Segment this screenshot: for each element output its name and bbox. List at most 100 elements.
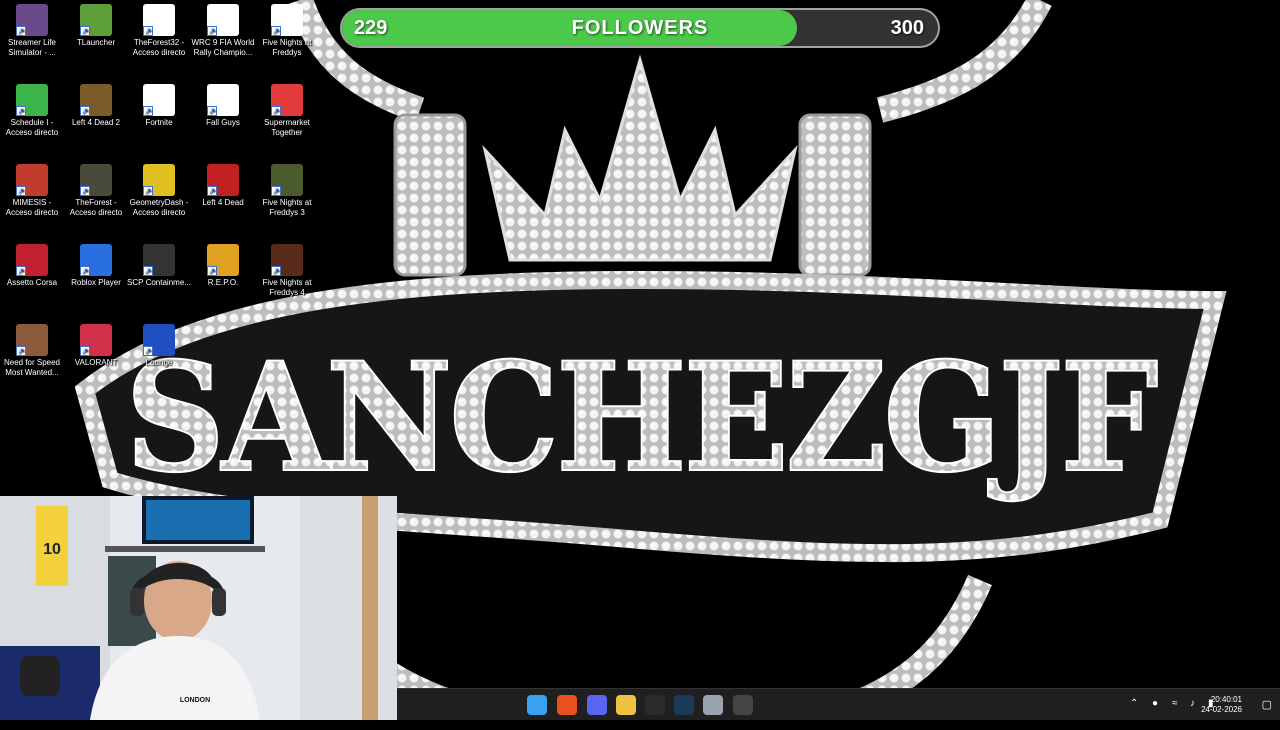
shortcut-arrow-icon: ↗ [16,186,26,196]
follower-goal-title: FOLLOWERS [571,17,709,39]
tray-overflow-chevron-icon[interactable]: ⌃ [1130,698,1138,730]
app-shortcut-icon: ↗ [16,244,48,276]
shortcut-arrow-icon: ↗ [80,186,90,196]
desktop-icon-label: GeometryDash - Acceso directo [129,198,189,217]
desktop-icon[interactable]: ↗ R.E.P.O. [191,244,255,288]
desktop-icon-label: Assetto Corsa [6,278,58,287]
shortcut-arrow-icon: ↗ [207,106,217,116]
wallpaper-logo-text: SANCHEZGJF [125,330,1157,506]
settings-icon[interactable] [703,695,723,715]
desktop-icon-label: Five Nights at Freddys [262,38,312,57]
app-shortcut-icon: ↗ [143,164,175,196]
desktop-icon-label: Streamer Life Simulator - ... [7,38,57,57]
epic-games-icon[interactable] [645,695,665,715]
shortcut-arrow-icon: ↗ [143,266,153,276]
webcam-scene: 10 LONDON [0,496,397,720]
desktop-icon-label: Need for Speed Most Wanted... [3,358,61,377]
desktop-icon-label: WRC 9 FIA World Rally Champio... [191,38,255,57]
taskbar-clock[interactable]: 20:40:01 24-02-2026 [1201,695,1242,715]
shortcut-arrow-icon: ↗ [143,346,153,356]
shortcut-arrow-icon: ↗ [143,106,153,116]
shortcut-arrow-icon: ↗ [271,26,281,36]
desktop-icon-label: MIMESIS - Acceso directo [5,198,59,217]
desktop-icon[interactable]: ↗ TLauncher [64,4,128,48]
desktop-icon[interactable]: ↗ Roblox Player [64,244,128,288]
start-icon[interactable] [527,695,547,715]
desktop-icon[interactable]: ↗ VALORANT [64,324,128,368]
app-shortcut-icon: ↗ [207,84,239,116]
desktop-icon[interactable]: ↗ TheForest - Acceso directo [64,164,128,218]
desktop-icon-label: Fortnite [145,118,173,127]
obs-icon[interactable] [733,695,753,715]
desktop-icon-label: Fall Guys [206,118,240,127]
desktop-icon[interactable]: ↗ Left 4 Dead 2 [64,84,128,128]
desktop-icon[interactable]: ↗ Schedule I - Acceso directo [0,84,64,138]
desktop-icon[interactable]: ↗ Assetto Corsa [0,244,64,288]
shortcut-arrow-icon: ↗ [80,346,90,356]
app-shortcut-icon: ↗ [80,324,112,356]
shortcut-arrow-icon: ↗ [143,26,153,36]
desktop-icon[interactable]: ↗ Left 4 Dead [191,164,255,208]
desktop-icon[interactable]: ↗ Supermarket Together [255,84,319,138]
brave-browser-icon[interactable] [557,695,577,715]
desktop-icon[interactable]: ↗ TheForest32 - Acceso directo [127,4,191,58]
file-explorer-icon[interactable] [616,695,636,715]
app-shortcut-icon: ↗ [80,84,112,116]
volume-icon[interactable]: ♪ [1190,698,1195,730]
app-shortcut-icon: ↗ [16,84,48,116]
desktop-icon[interactable]: ↗ Fortnite [127,84,191,128]
app-shortcut-icon: ↗ [80,244,112,276]
shirt-text: LONDON [180,697,210,704]
app-shortcut-icon: ↗ [16,4,48,36]
app-shortcut-icon: ↗ [207,244,239,276]
app-shortcut-icon: ↗ [207,164,239,196]
app-shortcut-icon: ↗ [143,324,175,356]
desktop-icon-label: VALORANT [74,358,118,367]
desktop-icon[interactable]: ↗ SCP Containme... [127,244,191,288]
desktop-icon-label: Roblox Player [71,278,121,287]
desktop-icon[interactable]: ↗ MIMESIS - Acceso directo [0,164,64,218]
shortcut-arrow-icon: ↗ [16,26,26,36]
desktop-icon-label: Left 4 Dead [202,198,244,207]
app-shortcut-icon: ↗ [16,324,48,356]
desktop-icon[interactable]: ↗ Five Nights at Freddys [255,4,319,58]
app-shortcut-icon: ↗ [80,4,112,36]
shortcut-arrow-icon: ↗ [207,186,217,196]
app-shortcut-icon: ↗ [271,164,303,196]
webcam-overlay: 10 LONDON [0,496,397,720]
follower-target-count: 300 [890,17,924,39]
desktop-icon[interactable]: ↗ Fall Guys [191,84,255,128]
app-shortcut-icon: ↗ [80,164,112,196]
app-shortcut-icon: ↗ [271,4,303,36]
wifi-icon[interactable]: ≈ [1172,698,1178,730]
desktop-icon[interactable]: ↗ Lounge [127,324,191,368]
shortcut-arrow-icon: ↗ [271,106,281,116]
clock-time: 20:40:01 [1210,695,1242,704]
desktop-icon[interactable]: ↗ WRC 9 FIA World Rally Champio... [191,4,255,58]
notifications-icon[interactable]: ▢ [1262,698,1272,730]
shortcut-arrow-icon: ↗ [80,26,90,36]
desktop-icon[interactable]: ↗ GeometryDash - Acceso directo [127,164,191,218]
discord-icon[interactable] [587,695,607,715]
desktop-icon-label: Supermarket Together [264,118,310,137]
shortcut-arrow-icon: ↗ [80,266,90,276]
shortcut-arrow-icon: ↗ [271,266,281,276]
desktop-icon[interactable]: ↗ Five Nights at Freddys 3 [255,164,319,218]
steam-icon[interactable] [674,695,694,715]
desktop-icon-label: TLauncher [76,38,116,47]
desktop-icon-label: Left 4 Dead 2 [71,118,121,127]
desktop-icon[interactable]: ↗ Five Nights at Freddys 4 [255,244,319,298]
jersey-number: 10 [43,541,61,558]
desktop-icon[interactable]: ↗ Need for Speed Most Wanted... [0,324,64,378]
shortcut-arrow-icon: ↗ [271,186,281,196]
shortcut-arrow-icon: ↗ [16,346,26,356]
clock-date: 24-02-2026 [1201,705,1242,714]
desktop-icon-label: Schedule I - Acceso directo [5,118,59,137]
app-shortcut-icon: ↗ [143,4,175,36]
shortcut-arrow-icon: ↗ [16,266,26,276]
shortcut-arrow-icon: ↗ [143,186,153,196]
app-shortcut-icon: ↗ [143,244,175,276]
microphone-icon[interactable]: ● [1152,698,1158,730]
shortcut-arrow-icon: ↗ [207,266,217,276]
desktop-icon[interactable]: ↗ Streamer Life Simulator - ... [0,4,64,58]
